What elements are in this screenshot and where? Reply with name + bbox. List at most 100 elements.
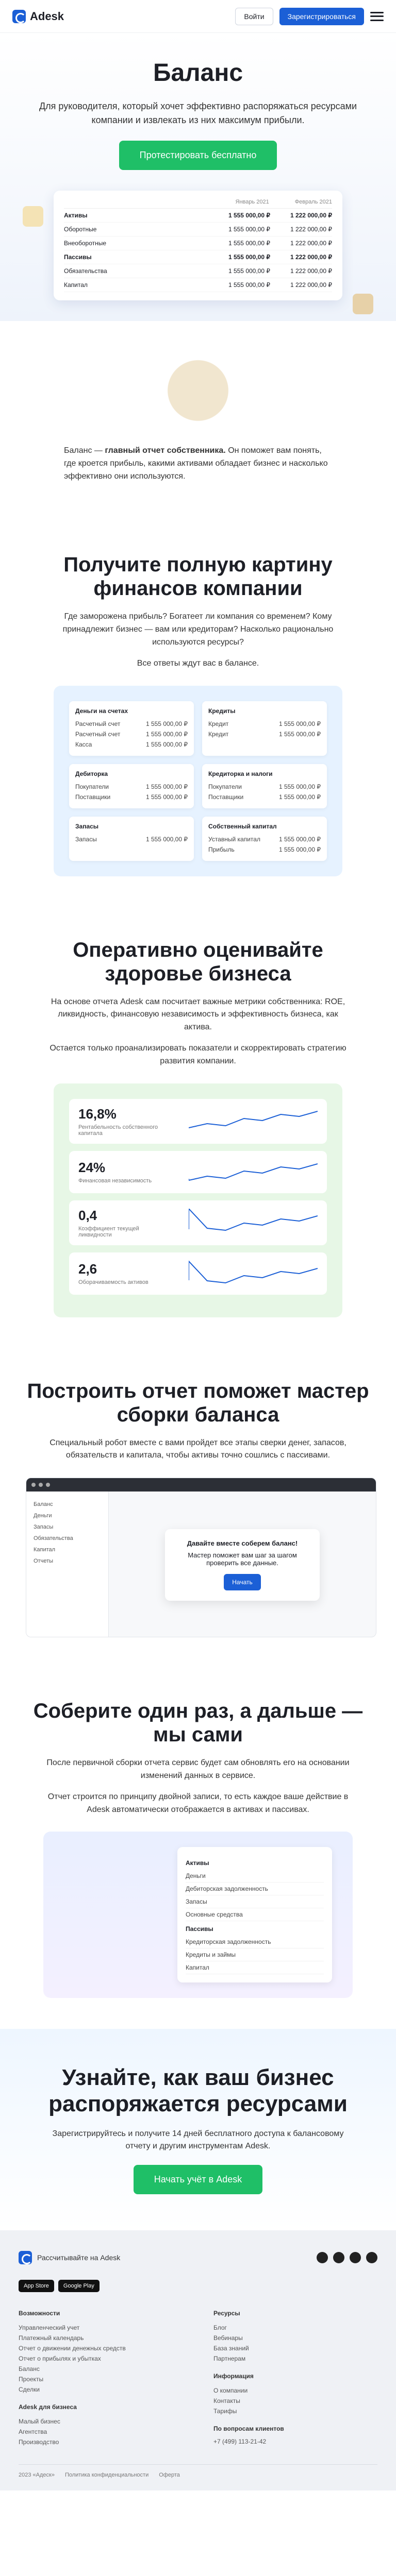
google-play-button[interactable]: Google Play (58, 2279, 100, 2292)
assets-title: Активы (186, 1859, 209, 1867)
phone-link[interactable]: +7 (499) 113-21-42 (213, 2436, 377, 2447)
cta-section: Узнайте, как ваш бизнес распоряжается ре… (0, 2029, 396, 2230)
menu-icon[interactable] (370, 11, 384, 21)
window-bar (26, 1478, 376, 1492)
youtube-icon[interactable] (350, 2251, 361, 2263)
row-label: Прибыль (208, 845, 235, 853)
footer: Рассчитывайте на Adesk App Store Google … (0, 2230, 396, 2490)
box-icon (353, 294, 373, 314)
facebook-icon[interactable] (366, 2251, 377, 2263)
row-value: 1 555 000,00 ₽ (145, 730, 188, 738)
footer-link[interactable]: Малый бизнес (19, 2416, 183, 2427)
footer-link[interactable]: Контакты (213, 2396, 377, 2406)
section-title: Получите полную картину финансов компани… (63, 553, 333, 600)
footer-link[interactable]: База знаний (213, 2343, 377, 2353)
app-screenshot: Баланс Деньги Запасы Обязательства Капитал От… (26, 1478, 376, 1638)
assets-illustration: Активы Деньги Дебиторская задолженность За… (43, 1832, 353, 1998)
start-button[interactable]: Начать учёт в Adesk (133, 2164, 263, 2194)
cell-value: 1 222 000,00 ₽ (290, 281, 332, 289)
footer-link[interactable]: О компании (213, 2385, 377, 2396)
row-label: Активы (64, 212, 88, 219)
wizard-start-button[interactable]: Начать (224, 1573, 261, 1590)
footer-link[interactable]: Вебинары (213, 2333, 377, 2343)
intro-text: Баланс — главный отчет собственника. Он … (64, 446, 328, 481)
cell-value: 1 555 000,00 ₽ (228, 267, 270, 275)
sidebar-item[interactable]: Обязательства (34, 1533, 101, 1544)
sidebar-item[interactable]: Капитал (34, 1544, 101, 1555)
sidebar-item[interactable]: Запасы (34, 1521, 101, 1533)
card-row: Покупатели 1 555 000,00 ₽ (75, 782, 188, 792)
footer-link[interactable]: Блог (213, 2323, 377, 2333)
section-text: После первичной сборки отчета сервис буд… (46, 1758, 350, 1780)
card-row: Касса 1 555 000,00 ₽ (75, 739, 188, 750)
row-label: Обязательства (64, 267, 107, 275)
footer-link[interactable]: Тарифы (213, 2406, 377, 2416)
row-label: Запасы (75, 835, 97, 843)
cell-value: 1 222 000,00 ₽ (290, 226, 332, 233)
row-label: Кредит (208, 730, 229, 738)
footer-link[interactable]: Отчет о движении денежных средств (19, 2343, 183, 2353)
card-row: Расчетный счет 1 555 000,00 ₽ (75, 729, 188, 739)
vk-icon[interactable] (333, 2251, 344, 2263)
row-value: 1 555 000,00 ₽ (278, 793, 321, 801)
footer-bottom-link[interactable]: 2023 «Адеск» (19, 2472, 55, 2478)
balance-card: Кредиторка и налоги Покупатели 1 555 000,0… (202, 764, 327, 808)
card-title: Дебиторка (75, 770, 108, 777)
footer-link[interactable]: Партнерам (213, 2353, 377, 2364)
coins-icon (23, 206, 43, 227)
metric-text: 24% Финансовая независимость (78, 1160, 152, 1184)
money-jar-icon (159, 352, 237, 429)
cell-value: 1 222 000,00 ₽ (290, 240, 332, 247)
wizard-title: Давайте вместе соберем баланс! (187, 1539, 298, 1547)
hero: Баланс Для руководителя, который хочет э… (0, 33, 396, 321)
row-value: 1 555 000,00 ₽ (145, 720, 188, 727)
balance-card: Дебиторка Покупатели 1 555 000,00 ₽ Поставщ… (69, 764, 194, 808)
list-item: Кредиты и займы (186, 1948, 324, 1962)
logo[interactable]: Adesk (12, 9, 64, 23)
card-title: Деньги на счетах (75, 707, 128, 715)
balance-card: Кредиты Кредит 1 555 000,00 ₽ Кредит 1 555 0… (202, 701, 327, 756)
trend-sparkline (189, 1163, 318, 1181)
metric-value: 0,4 (78, 1207, 97, 1223)
card-title: Кредиты (208, 707, 236, 715)
footer-bottom-link[interactable]: Оферта (159, 2472, 180, 2478)
section-text: Отчет строится по принципу двойной запис… (47, 1792, 349, 1814)
footer-link[interactable]: Управленческий учет (19, 2323, 183, 2333)
row-label: Уставный капитал (208, 835, 260, 843)
card-row: Кредит 1 555 000,00 ₽ (208, 729, 321, 739)
wizard-section: Построить отчет поможет мастер сборки ба… (0, 1348, 396, 1669)
footer-link[interactable]: Агентства (19, 2427, 183, 2437)
sidebar-item[interactable]: Баланс (34, 1499, 101, 1510)
footer-heading: Adesk для бизнеса (19, 2403, 77, 2411)
card-title: Запасы (75, 822, 99, 830)
table-row: Активы 1 555 000,00 ₽ 1 222 000,00 ₽ (64, 209, 332, 223)
section-text: Где заморожена прибыль? Богатеет ли комп… (62, 612, 334, 647)
footer-link[interactable]: Отчет о прибылях и убытках (19, 2353, 183, 2364)
row-label: Внеоборотные (64, 240, 107, 247)
health-section: Оперативно оценивайте здоровье бизнеса Н… (0, 907, 396, 1348)
footer-link[interactable]: Баланс (19, 2364, 183, 2374)
footer-bottom-link[interactable]: Политика конфиденциальности (65, 2472, 148, 2478)
metric-caption: Коэффициент текущей ликвидности (78, 1225, 139, 1238)
list-item: Кредиторская задолженность (186, 1936, 324, 1949)
row-label: Расчетный счет (75, 720, 121, 727)
cell-value: 1 222 000,00 ₽ (290, 253, 332, 261)
card-row: Кредит 1 555 000,00 ₽ (208, 719, 321, 729)
row-value: 1 555 000,00 ₽ (145, 835, 188, 843)
telegram-icon[interactable] (317, 2251, 328, 2263)
footer-link[interactable]: Сделки (19, 2384, 183, 2395)
cta-title: Узнайте, как ваш бизнес распоряжается ре… (48, 2065, 348, 2116)
liabilities-title: Пассивы (186, 1925, 213, 1933)
sidebar-item[interactable]: Деньги (34, 1510, 101, 1521)
metric-value: 16,8% (78, 1106, 117, 1122)
signup-button[interactable]: Зарегистрироваться (279, 7, 364, 25)
footer-link[interactable]: Производство (19, 2437, 183, 2447)
section-title: Построить отчет поможет мастер сборки ба… (27, 1379, 369, 1426)
table-row: Внеоборотные 1 555 000,00 ₽ 1 222 000,00 ₽ (64, 236, 332, 250)
footer-link[interactable]: Проекты (19, 2374, 183, 2384)
app-store-button[interactable]: App Store (19, 2279, 54, 2292)
footer-link[interactable]: Платежный календарь (19, 2333, 183, 2343)
login-button[interactable]: Войти (235, 7, 273, 25)
try-free-button[interactable]: Протестировать бесплатно (119, 141, 277, 170)
sidebar-item[interactable]: Отчеты (34, 1555, 101, 1567)
